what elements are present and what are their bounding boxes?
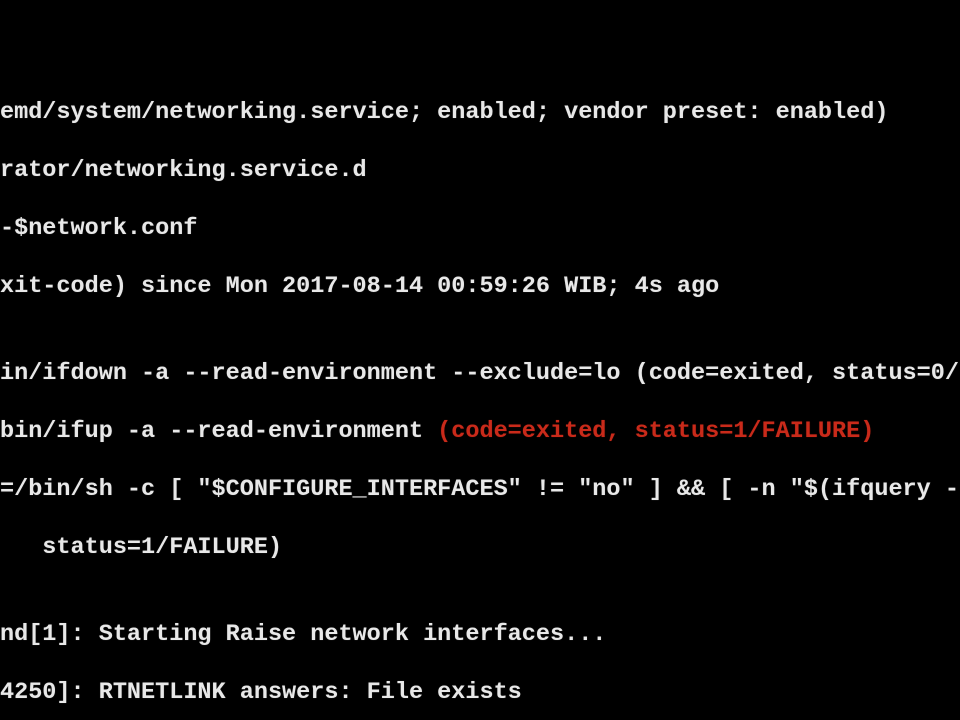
output-line: emd/system/networking.service; enabled; … (0, 98, 960, 127)
output-line: bin/ifup -a --read-environment (code=exi… (0, 417, 960, 446)
output-line: -$network.conf (0, 214, 960, 243)
output-line: xit-code) since Mon 2017-08-14 00:59:26 … (0, 272, 960, 301)
output-line: 4250]: RTNETLINK answers: File exists (0, 678, 960, 707)
output-text: bin/ifup -a --read-environment (0, 418, 437, 445)
output-line: in/ifdown -a --read-environment --exclud… (0, 359, 960, 388)
output-line: rator/networking.service.d (0, 156, 960, 185)
output-line: =/bin/sh -c [ "$CONFIGURE_INTERFACES" !=… (0, 475, 960, 504)
terminal-output: emd/system/networking.service; enabled; … (0, 0, 960, 720)
error-text: (code=exited, status=1/FAILURE) (437, 418, 874, 445)
output-line: nd[1]: Starting Raise network interfaces… (0, 620, 960, 649)
output-line: status=1/FAILURE) (0, 533, 960, 562)
